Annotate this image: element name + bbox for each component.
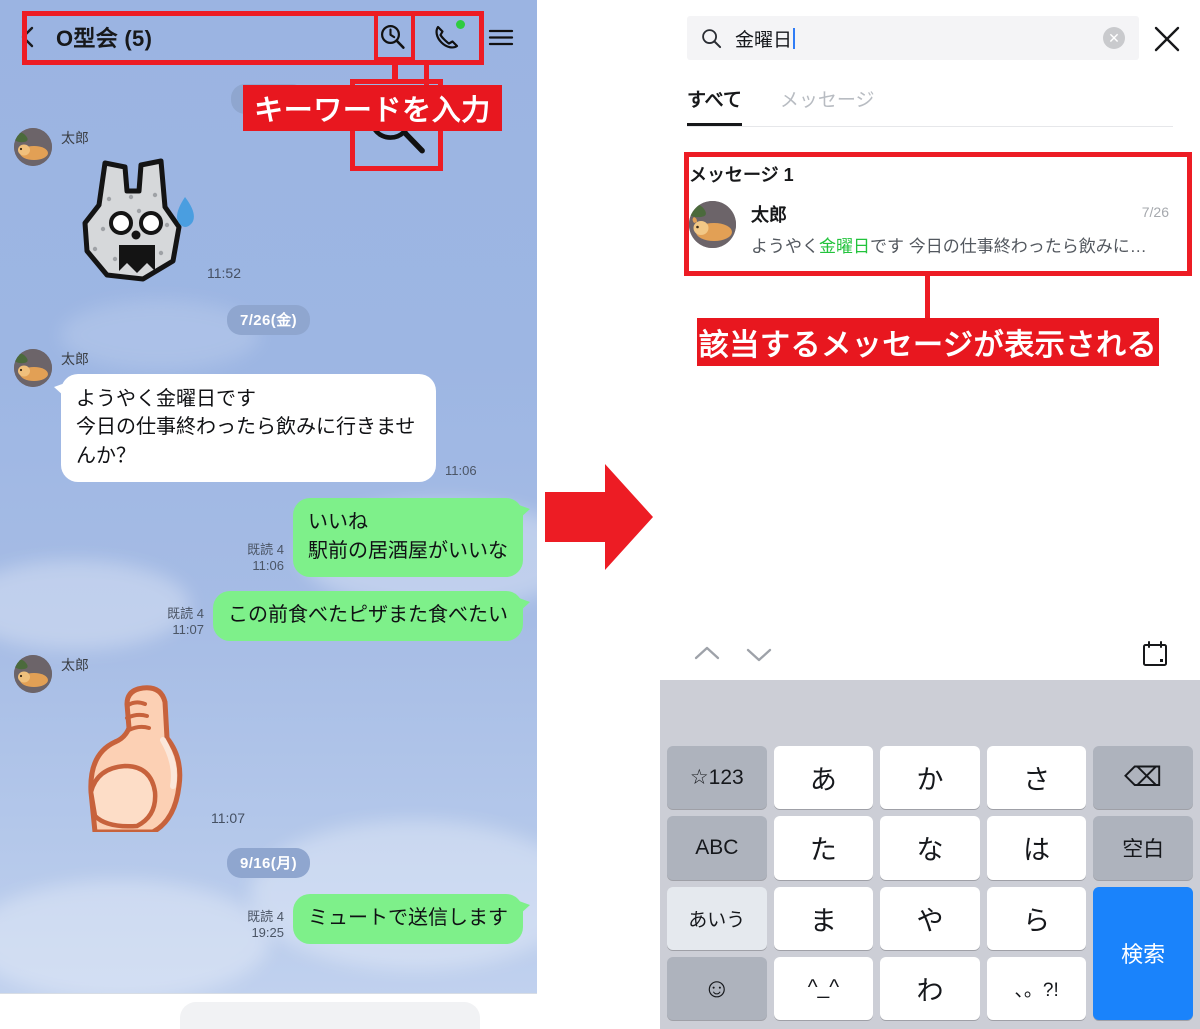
back-chevron-icon[interactable] [16, 24, 42, 50]
tab-all[interactable]: すべて [687, 85, 742, 126]
chat-input-bar[interactable] [0, 993, 537, 1029]
shocked-rabbit-sticker[interactable] [69, 153, 195, 287]
dog-avatar [14, 128, 52, 166]
sender-name: 太郎 [61, 351, 89, 367]
space-key[interactable]: 空白 [1093, 816, 1193, 880]
search-input-value: 金曜日 [735, 29, 793, 51]
result-snippet: ようやく金曜日です 今日の仕事終わったら飲みに… [751, 232, 1147, 257]
read-receipt: 既読 4 [247, 541, 284, 557]
sender-name: 太郎 [61, 130, 89, 146]
key-や[interactable]: や [880, 886, 980, 950]
key-あ[interactable]: あ [773, 746, 874, 810]
message-row: 太郎 ようやく金曜日です 今日の仕事終わったら飲みに行きませんか？ 11:06 [0, 349, 537, 483]
message-bubble-incoming[interactable]: ようやく金曜日です 今日の仕事終わったら飲みに行きませんか？ [54, 374, 436, 483]
avatar[interactable] [14, 349, 52, 387]
close-x-icon[interactable] [1152, 24, 1182, 54]
tabs-divider [687, 126, 1173, 127]
search-tabs: すべて メッセージ [687, 85, 875, 126]
search-input[interactable]: 金曜日 ✕ [687, 16, 1139, 60]
message-time: 11:07 [211, 810, 245, 827]
search-key[interactable]: 検索 [1093, 886, 1193, 1020]
avatar[interactable] [14, 655, 52, 694]
hamburger-menu-icon[interactable] [485, 21, 517, 53]
key-わ[interactable]: わ [880, 956, 980, 1020]
search-results: メッセージ 1 太郎 ようやく金曜日です 今日の仕事終わったら飲みに… 7/26 [687, 153, 1173, 271]
message-row: 既読 4 19:25 ミュートで送信します [0, 894, 537, 945]
search-icon [702, 28, 722, 48]
search-result-item[interactable]: 太郎 ようやく金曜日です 今日の仕事終わったら飲みに… 7/26 [687, 201, 1173, 271]
chevron-up-icon[interactable] [690, 637, 724, 671]
clear-circle-icon[interactable]: ✕ [1103, 27, 1125, 49]
key-☆123[interactable]: ☆123 [667, 746, 767, 810]
message-bubble-outgoing[interactable]: いいね 駅前の居酒屋がいいな [293, 498, 530, 578]
message-time: 11:52 [207, 265, 241, 281]
key-な[interactable]: な [880, 816, 980, 880]
message-list[interactable]: 7/4(木) 太郎 [0, 74, 537, 994]
right-arrow [545, 464, 653, 570]
avatar[interactable] [14, 128, 52, 166]
keyboard-suggestion-bar[interactable] [660, 680, 1200, 746]
call-status-dot [456, 20, 465, 29]
chat-header: O型会 (5) [0, 0, 537, 74]
message-row: 既読 4 11:07 この前食べたピザまた食べたい [0, 591, 537, 642]
chat-screen: O型会 (5) 太郎 11:52 7/26(金) 太郎 ようやく金曜日です 今日… [0, 0, 537, 1029]
message-meta: 既読 4 11:06 [247, 542, 284, 578]
snippet-after: です 今日の仕事終わったら飲みに… [870, 237, 1147, 256]
snippet-highlight: 金曜日 [819, 237, 870, 256]
annotation-box-search-icon [374, 11, 415, 61]
key-^_^[interactable]: ^_^ [773, 956, 874, 1020]
key-ら[interactable]: ら [986, 886, 1087, 950]
result-date: 7/26 [1141, 204, 1169, 220]
message-time: 11:06 [252, 557, 284, 573]
flexed-biceps-sticker[interactable] [67, 680, 199, 833]
dog-avatar [689, 201, 736, 248]
key-ま[interactable]: ま [773, 886, 874, 950]
key-か[interactable]: か [880, 746, 980, 810]
tab-messages[interactable]: メッセージ [780, 85, 875, 123]
key-あいう[interactable]: あいう [667, 886, 767, 950]
key-た[interactable]: た [773, 816, 874, 880]
key-ABC[interactable]: ABC [667, 816, 767, 880]
read-receipt: 既読 4 [247, 908, 284, 924]
message-bubble-outgoing[interactable]: この前食べたピザまた食べたい [213, 591, 530, 642]
calendar-icon[interactable] [1140, 639, 1170, 669]
snippet-before: ようやく [751, 237, 819, 256]
call-icon-wrap[interactable] [431, 20, 465, 53]
message-row: 太郎 11:07 [0, 655, 537, 833]
emoji-key[interactable]: ☺ [667, 956, 767, 1020]
backspace-key[interactable]: ⌫ [1093, 746, 1193, 810]
text-caret [793, 27, 796, 49]
read-receipt: 既読 4 [167, 605, 204, 621]
message-time: 11:07 [172, 621, 204, 637]
chevron-down-icon[interactable] [742, 637, 776, 671]
annotation-connector [925, 276, 930, 320]
message-time: 11:06 [445, 462, 477, 478]
search-screen: 金曜日 ✕ すべて メッセージ メッセージ 1 太郎 ようやく金曜日です 今日の… [660, 0, 1200, 1029]
message-row: 既読 4 11:06 いいね 駅前の居酒屋がいいな [0, 498, 537, 578]
dog-avatar [14, 349, 52, 387]
message-time: 19:25 [251, 924, 284, 940]
sender-name: 太郎 [61, 657, 89, 674]
date-divider: 9/16(月) [227, 848, 310, 879]
software-keyboard[interactable]: ☆123 あかさ ⌫ ABC たなは空白あいうまやら検索 ☺ ^_^ わ、。?! [660, 680, 1200, 1029]
key-さ[interactable]: さ [986, 746, 1087, 810]
message-bubble-outgoing[interactable]: ミュートで送信します [293, 894, 530, 945]
message-meta: 既読 4 19:25 [247, 909, 284, 945]
annotation-label-keyword: キーワードを入力 [243, 85, 502, 131]
date-divider: 7/26(金) [227, 305, 310, 335]
result-sender-name: 太郎 [751, 205, 787, 225]
key-は[interactable]: は [986, 816, 1087, 880]
annotation-label-result: 該当するメッセージが表示される [697, 318, 1159, 366]
keyboard-toolbar [660, 628, 1200, 680]
keyboard-key-grid[interactable]: ☆123 あかさ ⌫ ABC たなは空白あいうまやら検索 ☺ ^_^ わ、。?! [660, 746, 1200, 1029]
results-section-title: メッセージ 1 [689, 165, 794, 185]
chat-input-field[interactable] [180, 1002, 480, 1029]
key-、。?![interactable]: 、。?! [986, 956, 1087, 1020]
message-meta: 既読 4 11:07 [167, 606, 204, 642]
chat-title: O型会 (5) [56, 26, 153, 51]
dog-avatar [14, 655, 52, 694]
message-row: 太郎 11:52 [0, 128, 537, 287]
avatar [689, 201, 736, 248]
